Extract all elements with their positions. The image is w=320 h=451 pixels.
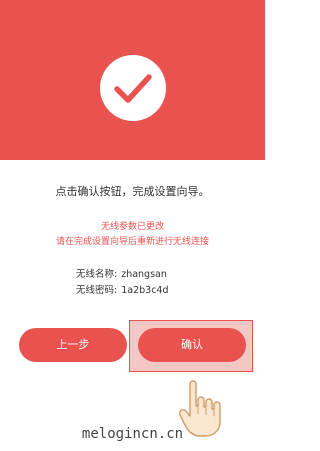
notice-line-1: 无线参数已更改 [100,222,164,232]
wireless-change-notice: 无线参数已更改 请在完成设置向导后重新进行无线连接 [0,220,265,250]
confirm-button[interactable]: 确认 [138,328,246,362]
wireless-name-label: 无线名称: [76,269,118,280]
instruction-text: 点击确认按钮，完成设置向导。 [55,185,210,198]
wireless-password-value: 1a2b3c4d [121,285,169,296]
previous-step-button[interactable]: 上一步 [19,328,127,362]
wireless-password-label: 无线密码: [76,285,118,296]
wireless-name-value: zhangsan [121,269,167,280]
notice-line-2: 请在完成设置向导后重新进行无线连接 [55,237,209,247]
success-header [0,0,265,160]
wireless-password-row: 无线密码: 1a2b3c4d [76,282,169,296]
checkmark-circle-icon [100,55,166,121]
site-watermark: melogincn.cn [81,426,184,442]
wireless-name-row: 无线名称: zhangsan [76,266,167,280]
